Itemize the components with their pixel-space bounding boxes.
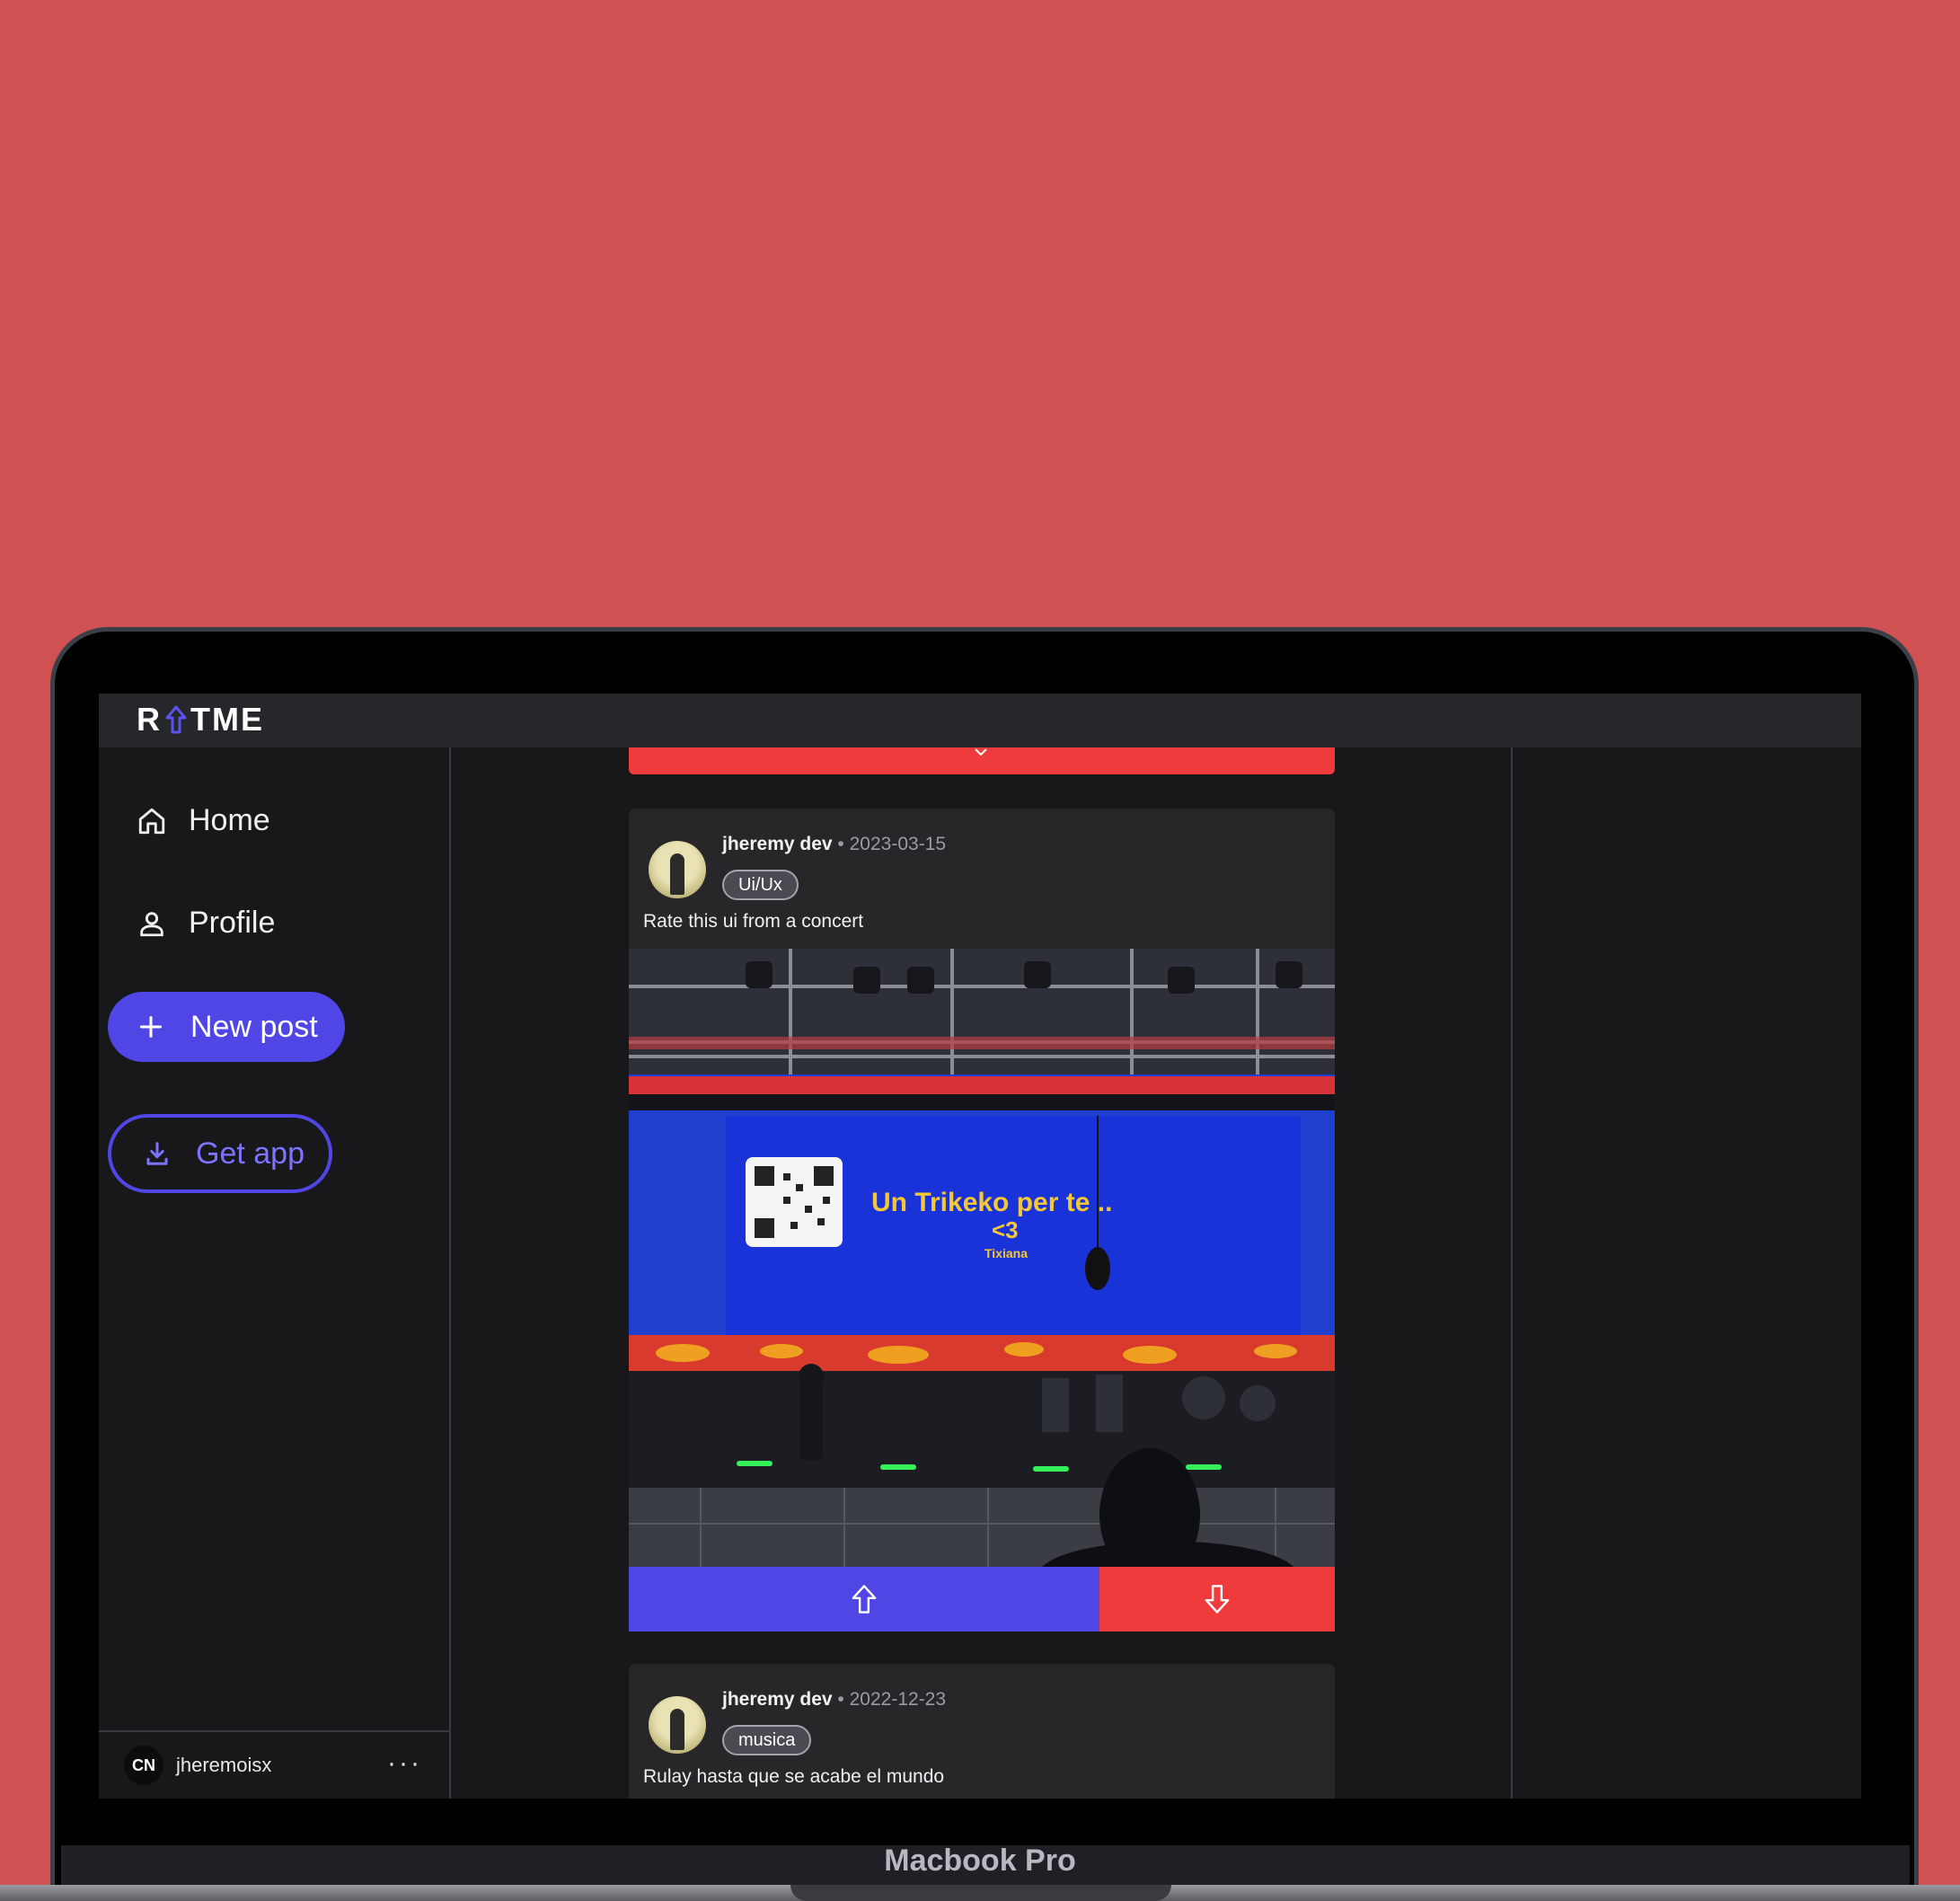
screen-sub: Tixiana (984, 1246, 1028, 1260)
logo-arrow-up-icon (165, 705, 187, 734)
arrow-up-icon (852, 1585, 877, 1614)
author-avatar[interactable] (649, 1696, 706, 1754)
chevron-down-icon (975, 748, 987, 756)
upvote-button[interactable] (629, 1567, 1099, 1631)
nav-item-home[interactable]: Home (137, 803, 270, 838)
post-date: 2022-12-23 (849, 1689, 947, 1710)
app-screen: R TME Home Profile New post Get app CN j… (99, 694, 1861, 1799)
post-card: jheremy dev • 2022-12-23 musica Rulay ha… (629, 1664, 1335, 1799)
device-label: Macbook Pro (884, 1844, 1076, 1878)
post-author[interactable]: jheremy dev • 2022-12-23 (722, 1689, 946, 1711)
plus-icon (139, 1015, 163, 1039)
new-post-label: New post (190, 1009, 318, 1044)
post-tag[interactable]: Ui/Ux (722, 870, 799, 900)
downvote-button[interactable] (1099, 1567, 1335, 1631)
download-icon (146, 1142, 168, 1165)
post-header: jheremy dev • 2023-03-15 Ui/Ux Rate this… (629, 809, 1335, 932)
screen-heart: <3 (992, 1216, 1019, 1243)
nav-item-home-label: Home (189, 803, 270, 837)
user-icon (140, 911, 163, 936)
sidebar: Home Profile New post Get app CN jheremo… (99, 747, 451, 1799)
avatar: CN (124, 1746, 163, 1785)
username: jheremoisx (176, 1754, 272, 1776)
get-app-button[interactable]: Get app (108, 1114, 332, 1193)
screen-headline: Un Trikeko per te .. (871, 1188, 1112, 1217)
post-date: 2023-03-15 (849, 834, 947, 854)
laptop-notch (790, 1885, 1171, 1901)
top-bar: R TME (99, 694, 1861, 747)
home-icon (138, 808, 165, 834)
vote-bar (629, 1567, 1335, 1631)
post-author[interactable]: jheremy dev • 2023-03-15 (722, 834, 946, 855)
post-text: Rulay hasta que se acabe el mundo (643, 1766, 945, 1787)
nav-item-profile-label: Profile (189, 906, 276, 940)
post-card: jheremy dev • 2023-03-15 Ui/Ux Rate this… (629, 809, 1335, 1631)
author-avatar[interactable] (649, 841, 706, 898)
app-logo[interactable]: R TME (137, 701, 264, 738)
arrow-down-icon (1205, 1585, 1230, 1614)
more-options-icon[interactable]: ··· (387, 1748, 422, 1779)
post-text: Rate this ui from a concert (643, 911, 864, 932)
logo-text-left: R (137, 701, 162, 738)
logo-text-right: TME (190, 701, 264, 738)
account-switcher[interactable]: CN jheremoisx ··· (99, 1730, 449, 1799)
post-image[interactable]: Un Trikeko per te .. <3 Tixiana (629, 949, 1335, 1567)
new-post-button[interactable]: New post (108, 992, 345, 1062)
feed-divider (1511, 747, 1513, 1799)
post-header: jheremy dev • 2022-12-23 musica Rulay ha… (629, 1664, 1335, 1787)
nav-item-profile[interactable]: Profile (137, 906, 275, 941)
get-app-label: Get app (196, 1136, 305, 1171)
post-tag[interactable]: musica (722, 1725, 812, 1755)
